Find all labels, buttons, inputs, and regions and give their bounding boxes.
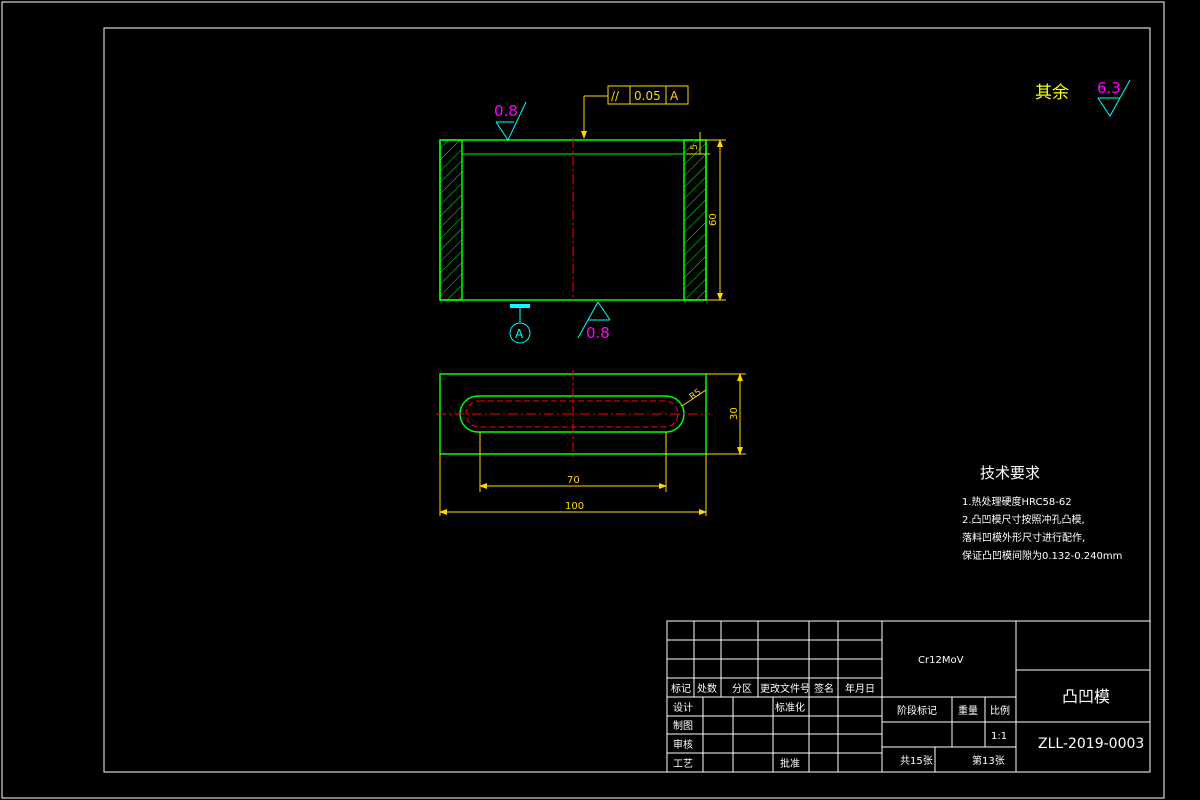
total-sheets: 共15张 xyxy=(900,755,933,767)
general-roughness-value: 6.3 xyxy=(1097,79,1121,97)
dim-top: 5 xyxy=(690,144,700,150)
cad-drawing: 0.8 // 0.05 A 60 5 A 0.8 R5 30 70 100 其余… xyxy=(1,1,1165,799)
header-mark: 标记 xyxy=(671,683,691,695)
header-signature: 签名 xyxy=(814,682,834,695)
label-stage-mark: 阶段标记 xyxy=(897,704,937,717)
header-change-doc: 更改文件号 xyxy=(760,682,810,695)
sheet-number: 第13张 xyxy=(972,754,1005,767)
left-hatch xyxy=(439,139,463,301)
outer-frame xyxy=(1,1,1165,799)
material: Cr12MoV xyxy=(918,655,964,666)
tolerance-symbol: // xyxy=(611,89,620,103)
label-approve: 批准 xyxy=(780,757,800,770)
tech-line: 落料凹模外形尺寸进行配作, xyxy=(962,531,1085,544)
header-zone: 分区 xyxy=(732,683,752,695)
dim-width: 30 xyxy=(729,407,740,420)
part-name: 凸凹模 xyxy=(1062,687,1110,706)
dim-height: 60 xyxy=(708,213,719,226)
tech-line: 2.凸凹模尺寸按照冲孔凸模, xyxy=(962,513,1085,526)
label-design: 设计 xyxy=(673,701,693,714)
drawing-number: ZLL-2019-0003 xyxy=(1038,736,1144,752)
general-roughness: 其余 6.3 xyxy=(1035,79,1131,117)
right-hatch xyxy=(683,139,707,301)
label-process: 工艺 xyxy=(673,758,693,770)
header-date: 年月日 xyxy=(845,682,875,695)
datum-a: A xyxy=(509,304,531,344)
datum-label: A xyxy=(515,327,524,341)
label-weight: 重量 xyxy=(958,704,978,717)
geometric-tolerance: // 0.05 A xyxy=(581,85,689,139)
roughness-bottom-value: 0.8 xyxy=(586,324,610,342)
header-count: 处数 xyxy=(697,682,717,695)
tech-requirements: 技术要求 1.热处理硬度HRC58-62 2.凸凹模尺寸按照冲孔凸模, 落料凹模… xyxy=(962,464,1122,562)
label-draw: 制图 xyxy=(673,719,693,732)
tech-line: 1.热处理硬度HRC58-62 xyxy=(962,495,1072,508)
tech-title: 技术要求 xyxy=(980,464,1040,482)
label-scale: 比例 xyxy=(990,704,1010,717)
label-review: 审核 xyxy=(673,738,693,751)
roughness-top-value: 0.8 xyxy=(494,102,518,120)
tolerance-datum: A xyxy=(670,89,679,103)
tolerance-value: 0.05 xyxy=(634,89,661,103)
front-view: 0.8 // 0.05 A 60 5 A 0.8 xyxy=(439,85,726,344)
dim-slot: 70 xyxy=(567,475,580,486)
roughness-bottom: 0.8 xyxy=(577,301,611,342)
general-roughness-label: 其余 xyxy=(1035,83,1069,103)
scale-value: 1:1 xyxy=(991,731,1007,742)
tech-line: 保证凸凹模间隙为0.132-0.240mm xyxy=(962,549,1122,562)
label-standardize: 标准化 xyxy=(775,701,805,714)
top-view: R5 30 70 100 xyxy=(436,370,746,516)
roughness-top: 0.8 xyxy=(494,101,527,142)
dim-length: 100 xyxy=(565,501,584,512)
